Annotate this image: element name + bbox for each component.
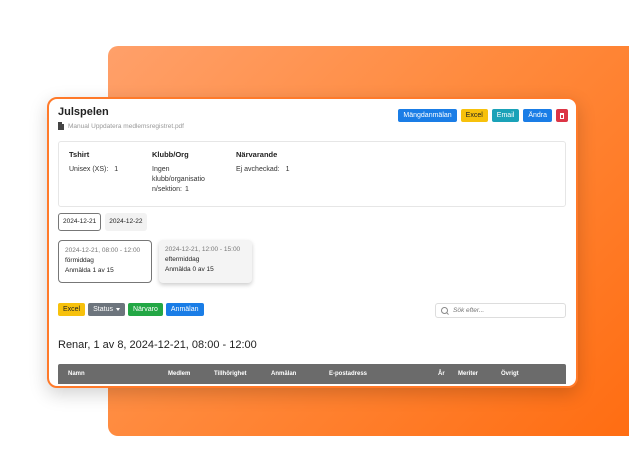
delete-button[interactable] bbox=[556, 109, 568, 122]
table-header: Namn Medlem Tillhörighet Anmälan E-posta… bbox=[58, 364, 566, 384]
search-box bbox=[435, 303, 566, 318]
event-card: Julspelen Manual Uppdatera medlemsregist… bbox=[47, 97, 578, 388]
search-input[interactable] bbox=[453, 307, 553, 314]
time-slot-2[interactable]: 2024-12-21, 12:00 - 15:00 eftermiddag An… bbox=[159, 240, 252, 283]
stat-narvarande: Närvarande Ej avcheckad: 1 bbox=[236, 150, 290, 175]
group-heading: Renar, 1 av 8, 2024-12-21, 08:00 - 12:00 bbox=[58, 339, 257, 351]
stat-klubb-line-1: Ingen bbox=[152, 166, 170, 173]
stat-narvarande-value: 1 bbox=[285, 166, 290, 173]
column-header[interactable]: E-postadress bbox=[329, 371, 367, 377]
stat-klubb-line-3: n/sektion: bbox=[152, 186, 182, 193]
pdf-file-icon bbox=[58, 122, 64, 130]
stat-tshirt-value: 1 bbox=[114, 166, 119, 173]
date-tabs: 2024-12-21 2024-12-22 bbox=[58, 213, 147, 231]
stat-klubb: Klubb/Org Ingen klubb/organisatio n/sekt… bbox=[152, 150, 222, 195]
edit-button[interactable]: Ändra bbox=[523, 109, 552, 122]
slot-count: Anmälda 1 av 15 bbox=[65, 267, 114, 274]
column-header[interactable]: Tillhörighet bbox=[214, 371, 247, 377]
stat-tshirt-heading: Tshirt bbox=[69, 150, 90, 159]
column-header[interactable]: Meriter bbox=[458, 371, 478, 377]
date-tab-1[interactable]: 2024-12-21 bbox=[58, 213, 102, 231]
chevron-down-icon bbox=[115, 308, 120, 311]
column-header[interactable]: År bbox=[438, 371, 445, 377]
anmalan-button[interactable]: Anmälan bbox=[165, 303, 204, 316]
date-tab-2[interactable]: 2024-12-22 bbox=[105, 213, 147, 231]
manual-link[interactable]: Manual Uppdatera medlemsregistret.pdf bbox=[68, 123, 184, 130]
event-title: Julspelen bbox=[58, 106, 109, 118]
slot-count: Anmälda 0 av 15 bbox=[165, 266, 214, 273]
stat-klubb-value: 1 bbox=[184, 186, 189, 193]
column-header[interactable]: Namn bbox=[68, 371, 85, 377]
slot-part: förmiddag bbox=[65, 257, 94, 264]
stat-tshirt-label: Unisex (XS): bbox=[69, 166, 109, 173]
stat-tshirt: Tshirt Unisex (XS): 1 bbox=[69, 150, 118, 175]
column-header[interactable]: Medlem bbox=[168, 371, 190, 377]
time-slot-1[interactable]: 2024-12-21, 08:00 - 12:00 förmiddag Anmä… bbox=[58, 240, 152, 283]
mangdanmalan-button[interactable]: Mängdanmälan bbox=[398, 109, 457, 122]
manual-link-row[interactable]: Manual Uppdatera medlemsregistret.pdf bbox=[58, 122, 184, 130]
status-dropdown-button[interactable]: Status bbox=[88, 303, 125, 316]
stat-klubb-line-2: klubb/organisatio bbox=[152, 176, 205, 183]
narvaro-button[interactable]: Närvaro bbox=[127, 303, 163, 316]
column-header[interactable]: Anmälan bbox=[271, 371, 296, 377]
stat-klubb-heading: Klubb/Org bbox=[152, 150, 189, 159]
top-toolbar: Mängdanmälan Excel Email Ändra bbox=[398, 109, 568, 122]
slot-time: 2024-12-21, 12:00 - 15:00 bbox=[165, 246, 241, 253]
stats-panel: Tshirt Unisex (XS): 1 Klubb/Org Ingen klu… bbox=[58, 141, 566, 207]
status-label: Status bbox=[93, 306, 113, 313]
stat-narvarande-heading: Närvarande bbox=[236, 150, 278, 159]
slot-time: 2024-12-21, 08:00 - 12:00 bbox=[65, 247, 141, 254]
action-toolbar: Excel Status Närvaro Anmälan bbox=[58, 303, 204, 316]
column-header[interactable]: Övrigt bbox=[501, 371, 519, 377]
excel-list-button[interactable]: Excel bbox=[58, 303, 86, 316]
stat-narvarande-label: Ej avcheckad: bbox=[236, 166, 280, 173]
email-button[interactable]: Email bbox=[491, 109, 520, 122]
slot-part: eftermiddag bbox=[165, 256, 200, 263]
trash-icon bbox=[560, 112, 564, 119]
search-icon bbox=[441, 307, 448, 314]
excel-export-button[interactable]: Excel bbox=[460, 109, 488, 122]
